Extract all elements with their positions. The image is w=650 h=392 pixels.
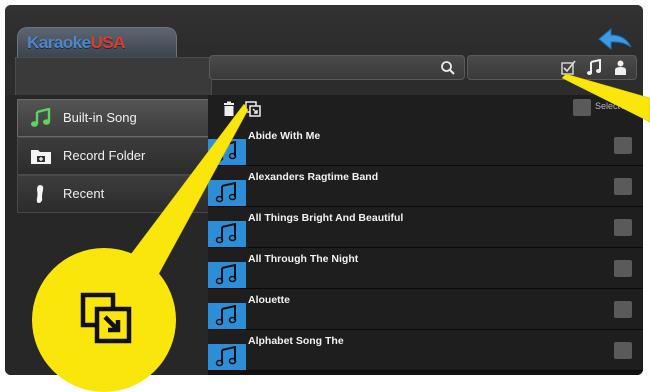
callout-pointer-checkbox-icon xyxy=(561,73,650,123)
device-frame: KaraokeUSA Built-in Song Record Folder R… xyxy=(0,0,650,392)
move-to-folder-icon xyxy=(80,292,132,344)
